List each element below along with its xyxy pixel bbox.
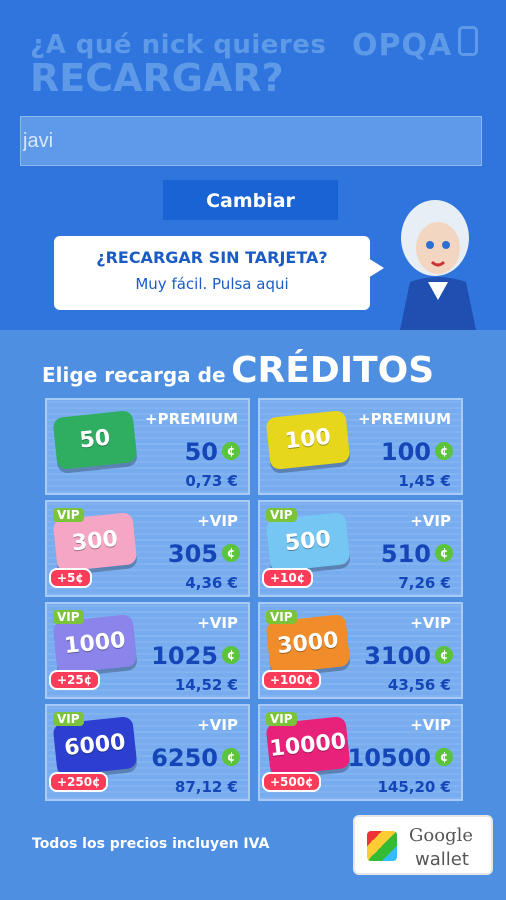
pack-credits: 10500 (347, 744, 432, 772)
pack-credits: 50 (184, 438, 218, 466)
pack-card-300[interactable]: 300 VIP +5¢ +VIP 305 ¢ 4,36 € (45, 500, 250, 597)
pack-tag: +PREMIUM (358, 410, 451, 428)
bonus-badge: +10¢ (262, 568, 314, 588)
pack-image: 100 (265, 409, 351, 471)
pack-price: 0,73 € (185, 472, 238, 490)
pack-tag: +VIP (410, 716, 451, 734)
credits-heading: Elige recarga de CRÉDITOS (42, 350, 434, 391)
pack-credits: 305 (167, 540, 218, 568)
pack-label: 50 (78, 425, 112, 454)
credits-heading-big: CRÉDITOS (231, 350, 435, 391)
pack-price: 87,12 € (174, 778, 238, 796)
pack-image: 50 (52, 409, 138, 471)
coin-icon: ¢ (435, 442, 453, 460)
coin-icon: ¢ (435, 748, 453, 766)
bonus-badge: +25¢ (49, 670, 101, 690)
pack-label: 100 (283, 424, 333, 455)
vip-badge: VIP (266, 508, 297, 522)
coin-icon: ¢ (222, 646, 240, 664)
no-card-recharge-bubble[interactable]: ¿RECARGAR SIN TARJETA? Muy fácil. Pulsa … (54, 236, 384, 310)
google-wallet-text-2: wallet (415, 849, 469, 870)
question-line-2: RECARGAR? (30, 56, 284, 100)
coin-icon: ¢ (435, 646, 453, 664)
pack-credits: 3100 (364, 642, 431, 670)
pack-card-50[interactable]: 50 +PREMIUM 50 ¢ 0,73 € (45, 398, 250, 495)
pack-price: 7,26 € (398, 574, 451, 592)
bonus-badge: +500¢ (262, 772, 322, 792)
pack-tag: +VIP (197, 614, 238, 632)
vip-badge: VIP (53, 712, 84, 726)
pack-tag: +PREMIUM (145, 410, 238, 428)
pack-tag: +VIP (197, 716, 238, 734)
brand-icon (458, 26, 478, 56)
brand-logo: OPQA (352, 28, 453, 63)
pack-card-1000[interactable]: 1000 VIP +25¢ +VIP 1025 ¢ 14,52 € (45, 602, 250, 699)
coin-icon: ¢ (435, 544, 453, 562)
pack-price: 1,45 € (398, 472, 451, 490)
vip-badge: VIP (53, 508, 84, 522)
pack-tag: +VIP (410, 512, 451, 530)
coin-icon: ¢ (222, 442, 240, 460)
google-wallet-text-1: Google (409, 825, 473, 846)
pack-credits: 1025 (151, 642, 218, 670)
bonus-badge: +5¢ (49, 568, 92, 588)
bubble-subtitle: Muy fácil. Pulsa aqui (135, 275, 289, 293)
change-nick-button[interactable]: Cambiar (163, 180, 338, 220)
coin-icon: ¢ (222, 748, 240, 766)
vip-badge: VIP (266, 610, 297, 624)
pack-price: 145,20 € (377, 778, 451, 796)
vip-badge: VIP (53, 610, 84, 624)
nick-input[interactable] (20, 116, 482, 166)
pack-price: 14,52 € (174, 676, 238, 694)
google-wallet-button[interactable]: Google wallet (353, 815, 493, 875)
pack-card-10000[interactable]: 10000 VIP +500¢ +VIP 10500 ¢ 145,20 € (258, 704, 463, 801)
mascot-girl-image (400, 200, 476, 330)
coin-icon: ¢ (222, 544, 240, 562)
bonus-badge: +250¢ (49, 772, 109, 792)
pack-tag: +VIP (197, 512, 238, 530)
vip-badge: VIP (266, 712, 297, 726)
pack-card-100[interactable]: 100 +PREMIUM 100 ¢ 1,45 € (258, 398, 463, 495)
vat-note: Todos los precios incluyen IVA (32, 836, 270, 852)
pack-card-3000[interactable]: 3000 VIP +100¢ +VIP 3100 ¢ 43,56 € (258, 602, 463, 699)
pack-card-6000[interactable]: 6000 VIP +250¢ +VIP 6250 ¢ 87,12 € (45, 704, 250, 801)
pack-credits: 510 (380, 540, 431, 568)
bonus-badge: +100¢ (262, 670, 322, 690)
google-wallet-icon (367, 831, 397, 861)
pack-tag: +VIP (410, 614, 451, 632)
credits-heading-small: Elige recarga de (42, 363, 226, 387)
pack-price: 4,36 € (185, 574, 238, 592)
pack-price: 43,56 € (387, 676, 451, 694)
pack-card-500[interactable]: 500 VIP +10¢ +VIP 510 ¢ 7,26 € (258, 500, 463, 597)
bubble-title: ¿RECARGAR SIN TARJETA? (96, 248, 328, 267)
pack-credits: 100 (380, 438, 431, 466)
pack-credits: 6250 (151, 744, 218, 772)
